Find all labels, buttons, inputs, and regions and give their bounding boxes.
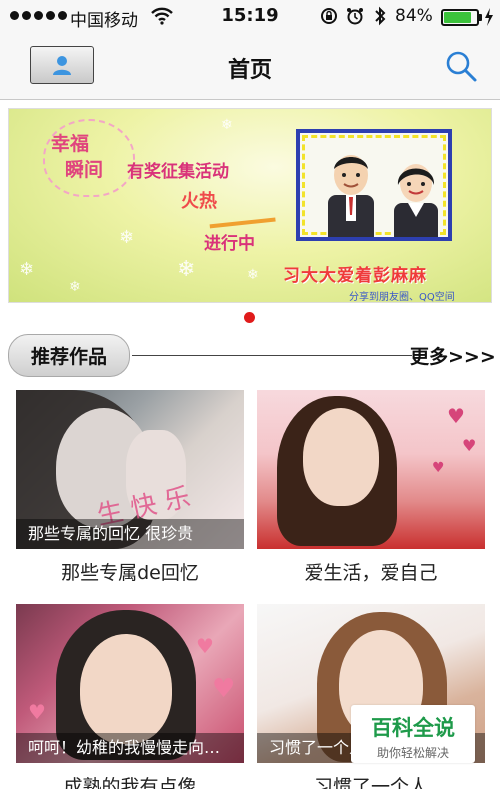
banner-text-ongoing: 进行中 [204,234,255,254]
heart-icon: ♥ [212,674,236,704]
work-card-image: ♥ ♥ ♥ [257,390,485,549]
heart-icon: ♥ [432,460,445,476]
banner-headline: 习大大爱着彭麻麻 [283,266,427,286]
card-caption: 那些专属de回忆 [61,562,199,584]
work-card-image: ♥ ♥ ♥ 呵呵！幼稚的我慢慢走向… [16,604,244,763]
page-title: 首页 [227,58,272,83]
heart-icon: ♥ [196,634,214,658]
banner-share-text: 分享到朋友圈、QQ空间 [349,292,455,303]
banner-text-activity: 有奖征集活动 [127,162,229,182]
heart-icon: ♥ [28,700,46,724]
card-caption: 成熟的我有点像 [63,776,197,789]
watermark-title: 百科全说 [371,716,455,740]
work-card-image: 生 快 乐 那些专属的回忆 很珍贵 [16,390,244,549]
cartoon-woman-illustration [394,164,438,237]
card-overlay-text: 那些专属的回忆 很珍贵 [16,519,244,549]
bluetooth-icon [375,6,386,26]
watermark-subtitle: 助你轻松解决 [376,746,449,760]
work-card[interactable]: ♥ ♥ ♥ 呵呵！幼稚的我慢慢走向… 成熟的我有点像 [16,604,244,789]
snowflake-icon: ❄ [19,259,35,280]
banner-page-indicator[interactable] [244,312,255,323]
cartoon-man-illustration [328,155,374,237]
snowflake-icon: ❄ [221,117,233,133]
face-shape [80,634,172,744]
battery-tip [479,14,482,21]
card-caption: 爱生活，爱自己 [304,562,438,584]
face-shape [303,408,379,506]
watermark-logo: 百科全说 助你轻松解决 [351,705,475,763]
navigation-bar: 首页 [0,34,500,100]
snowflake-icon: ❄ [177,257,196,282]
cartoon-photo-frame [296,129,452,241]
section-tab-recommended[interactable]: 推荐作品 [8,334,130,377]
snowflake-icon: ❄ [119,227,135,248]
search-icon[interactable] [443,48,479,84]
snowflake-icon: ❄ [247,267,259,283]
card-caption: 习惯了一个人 [313,776,428,789]
snowflake-icon: ❄ [69,279,81,295]
banner-text-hot: 火热 [181,191,217,212]
banner-text-xingfu: 幸福 [51,133,90,155]
more-link[interactable]: 更多>>> [410,342,496,369]
alarm-icon [347,8,363,25]
battery-icon [441,9,479,26]
work-card[interactable]: 生 快 乐 那些专属的回忆 很珍贵 那些专属de回忆 [16,390,244,584]
banner-text-shunjian: 瞬间 [65,159,104,181]
battery-percent: 84% [395,6,433,26]
section-divider [132,355,412,356]
heart-icon: ♥ [462,436,477,455]
promo-banner[interactable]: ❄ ❄ ❄ ❄ ❄ ❄ 幸福 瞬间 有奖征集活动 火热 进行中 习大大爱着彭麻麻… [8,108,492,303]
status-bar: 中国移动 15:19 84% [0,0,500,34]
rotation-lock-icon [321,8,337,24]
card-overlay-text: 呵呵！幼稚的我慢慢走向… [16,733,244,763]
work-card[interactable]: ♥ ♥ ♥ 爱生活，爱自己 [257,390,485,584]
charging-icon [485,8,493,26]
heart-icon: ♥ [447,404,465,428]
